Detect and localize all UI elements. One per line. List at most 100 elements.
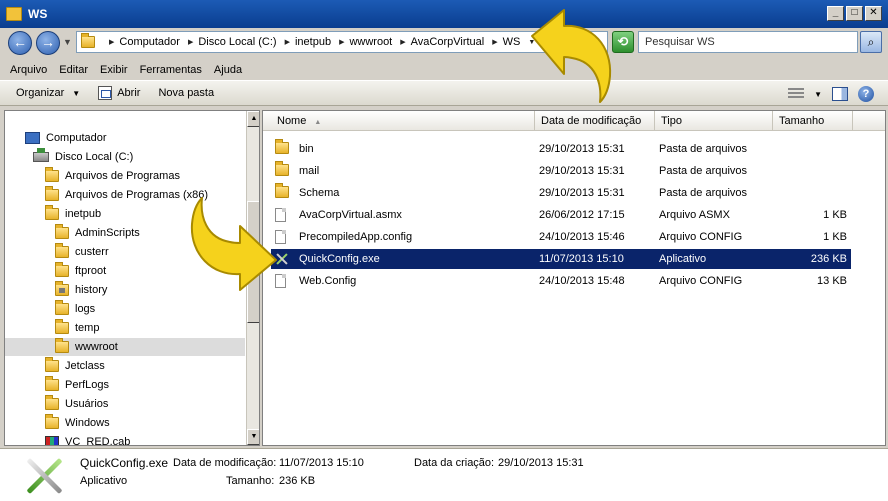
forward-button[interactable]: → [36,31,60,55]
tree-item-jetclass[interactable]: Jetclass [45,357,105,375]
details-type: Aplicativo [80,475,128,487]
breadcrumb-item[interactable]: AvaCorpVirtual ▶ [411,36,503,48]
breadcrumb-root[interactable]: ▶ [101,38,119,46]
menu-editar[interactable]: Editar [59,64,88,76]
folder-icon [45,376,59,391]
menu-ajuda[interactable]: Ajuda [214,64,242,76]
locked-folder-icon [55,281,69,296]
file-row-quickconfig-exe[interactable]: QuickConfig.exe 11/07/2013 15:10 Aplicat… [271,249,851,269]
breadcrumb-item[interactable]: wwwroot ▶ [349,36,410,48]
breadcrumb-item[interactable]: Computador ▶ [119,36,198,48]
folder-icon [45,186,59,201]
close-button[interactable]: ✕ [865,6,882,21]
folder-icon [275,139,289,154]
folder-icon [45,167,59,182]
file-row-mail[interactable]: mail 29/10/2013 15:31 Pasta de arquivos [271,161,851,181]
tree-item-custerr[interactable]: custerr [55,243,109,261]
computer-icon [25,132,40,144]
tree-item-disco-local[interactable]: Disco Local (C:) [33,148,133,166]
details-pane: QuickConfig.exe Data de modificação: 11/… [0,448,888,501]
details-modified-label: Data de modificação: [173,457,277,469]
file-row-bin[interactable]: bin 29/10/2013 15:31 Pasta de arquivos [271,139,851,159]
sort-ascending-icon: ▲ [314,119,322,126]
archive-icon [45,436,59,445]
search-input[interactable]: Pesquisar WS [638,31,858,53]
menu-arquivo[interactable]: Arquivo [10,64,47,76]
views-icon[interactable] [788,88,805,100]
folder-icon [45,395,59,410]
menu-exibir[interactable]: Exibir [100,64,128,76]
details-size-value: 236 KB [279,475,316,487]
organize-button[interactable]: Organizar ▼ [16,87,80,99]
folder-icon [55,243,69,258]
tree-item-wwwroot[interactable]: wwwroot [5,338,245,356]
scroll-up-arrow[interactable]: ▲ [247,111,259,127]
folder-icon [55,319,69,334]
minimize-button[interactable]: _ [827,6,844,21]
annotation-arrow-address-icon [531,9,612,103]
new-folder-button[interactable]: Nova pasta [158,87,214,99]
annotation-arrow-file-icon [190,197,277,291]
column-headers: Nome ▲ Data de modificação Tipo Tamanho [263,111,885,131]
details-size-label: Tamanho: [226,475,275,487]
breadcrumb-item[interactable]: Disco Local (C:) ▶ [198,36,295,48]
address-toolbar: ← → ▼ ▶ Computador ▶ Disco Local (C:) ▶ in… [0,28,888,58]
tree-item-ftproot[interactable]: ftproot [55,262,106,280]
tree-item-perflogs[interactable]: PerfLogs [45,376,109,394]
details-created-label: Data da criação: [414,457,495,469]
tree-item-vc-red-cab[interactable]: VC_RED.cab [45,433,130,445]
scroll-down-arrow[interactable]: ▼ [247,429,259,445]
window-controls: _ □ ✕ [827,6,882,21]
view-controls: ▼ ? [788,81,888,107]
column-header-modified[interactable]: Data de modificação [535,111,655,131]
folder-icon [45,357,59,372]
chevron-down-icon: ▼ [72,88,81,98]
tree-item-temp[interactable]: temp [55,319,99,337]
breadcrumb-item[interactable]: inetpub ▶ [295,36,349,48]
tree-item-logs[interactable]: logs [55,300,95,318]
menu-bar: Arquivo Editar Exibir Ferramentas Ajuda [0,60,888,80]
preview-pane-icon[interactable] [832,87,848,101]
file-row-schema[interactable]: Schema 29/10/2013 15:31 Pasta de arquivo… [271,183,851,203]
open-icon [98,86,113,100]
column-header-name[interactable]: Nome ▲ [271,111,535,131]
title-bar: WS _ □ ✕ [0,0,888,28]
folder-icon [45,414,59,429]
file-row-avacorpvirtual-asmx[interactable]: AvaCorpVirtual.asmx 26/06/2012 17:15 Arq… [271,205,851,225]
recent-pages-dropdown[interactable]: ▼ [63,37,72,47]
folder-icon [55,224,69,239]
folder-icon [275,161,289,176]
file-row-precompiledapp-config[interactable]: PrecompiledApp.config 24/10/2013 15:46 A… [271,227,851,247]
folder-icon [55,300,69,315]
column-header-type[interactable]: Tipo [655,111,773,131]
help-icon[interactable]: ? [858,86,874,102]
back-button[interactable]: ← [8,31,32,55]
command-bar: Organizar ▼ Abrir Nova pasta ▼ ? [0,80,888,106]
maximize-button[interactable]: □ [846,6,863,21]
window-title: WS [28,7,48,21]
tree-item-usuarios[interactable]: Usuários [45,395,108,413]
folder-icon [6,7,22,21]
tree-item-adminscripts[interactable]: AdminScripts [55,224,140,242]
column-header-size[interactable]: Tamanho [773,111,853,131]
details-filename: QuickConfig.exe [80,456,169,470]
chevron-down-icon[interactable]: ▼ [814,90,822,99]
tools-icon [22,453,66,497]
folder-icon [45,205,59,220]
tree-item-windows[interactable]: Windows [45,414,110,432]
folder-icon [55,338,69,353]
drive-icon [33,148,49,162]
search-icon[interactable]: ⌕ [860,31,882,53]
menu-ferramentas[interactable]: Ferramentas [140,64,202,76]
tree-item-history[interactable]: history [55,281,107,299]
details-created-value: 29/10/2013 15:31 [498,457,584,469]
folder-icon [81,33,95,48]
tree-item-arquivos-de-programas[interactable]: Arquivos de Programas [45,167,180,185]
folder-icon [55,262,69,277]
details-modified-value: 11/07/2013 15:10 [279,457,364,469]
open-button[interactable]: Abrir [98,86,140,100]
file-row-web-config[interactable]: Web.Config 24/10/2013 15:48 Arquivo CONF… [271,271,851,291]
tree-item-inetpub[interactable]: inetpub [45,205,101,223]
tree-item-computador[interactable]: Computador [25,129,107,147]
file-list: Nome ▲ Data de modificação Tipo Tamanho b… [262,110,886,446]
